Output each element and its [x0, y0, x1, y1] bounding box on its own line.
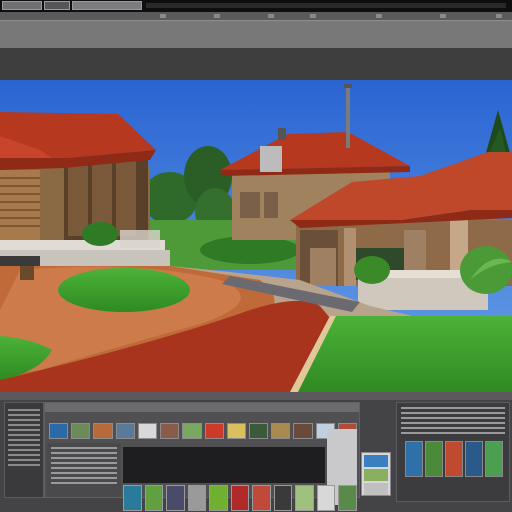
tool-icon[interactable] — [214, 14, 220, 18]
inspector-swatches — [405, 441, 503, 477]
file-tree[interactable] — [47, 443, 121, 497]
swatch[interactable] — [445, 441, 463, 477]
material-thumbnail[interactable] — [271, 423, 291, 439]
material-thumbnail[interactable] — [93, 423, 113, 439]
material-thumbnail[interactable] — [226, 423, 246, 439]
preview-pane — [123, 447, 325, 483]
material-thumbnail[interactable] — [293, 423, 313, 439]
toolbar-top — [0, 12, 512, 20]
swatch[interactable] — [485, 441, 503, 477]
material-browser[interactable] — [44, 402, 360, 511]
mini-thumbnail[interactable] — [364, 483, 388, 495]
asset-thumbnail[interactable] — [187, 485, 207, 511]
material-thumbnail[interactable] — [248, 423, 269, 439]
menu-thumbnail-3[interactable] — [72, 1, 142, 10]
material-thumbnail[interactable] — [182, 423, 202, 439]
menu-thumbnail-1[interactable] — [2, 1, 42, 10]
asset-thumbnail[interactable] — [123, 485, 142, 511]
asset-thumbnail[interactable] — [338, 485, 358, 511]
asset-panel — [0, 392, 512, 512]
tool-icon[interactable] — [160, 14, 166, 18]
material-thumbnail[interactable] — [115, 423, 135, 439]
toolbar-secondary — [0, 48, 512, 80]
toolbar-main — [0, 20, 512, 48]
material-thumbnail[interactable] — [71, 423, 91, 439]
lawn — [58, 268, 190, 312]
tool-icon[interactable] — [376, 14, 382, 18]
tool-icon[interactable] — [268, 14, 274, 18]
tool-icon[interactable] — [440, 14, 446, 18]
mini-thumbnail[interactable] — [364, 455, 388, 467]
app-window — [0, 0, 512, 512]
browser-toolbar — [45, 403, 359, 412]
menu-strip — [146, 3, 506, 8]
material-thumbnail[interactable] — [137, 423, 158, 439]
asset-thumbnail[interactable] — [144, 485, 164, 511]
antenna — [346, 86, 350, 148]
menu-bar — [0, 0, 512, 12]
menu-thumbnail-2[interactable] — [44, 1, 70, 10]
asset-thumbnail[interactable] — [273, 485, 293, 511]
asset-thumbnail[interactable] — [295, 485, 314, 511]
scene-render — [0, 80, 512, 392]
asset-thumbnail[interactable] — [316, 485, 336, 511]
material-thumbnail[interactable] — [160, 423, 180, 439]
asset-thumbnail[interactable] — [252, 485, 271, 511]
tool-icon[interactable] — [310, 14, 316, 18]
swatch[interactable] — [425, 441, 443, 477]
tool-icon[interactable] — [496, 14, 502, 18]
asset-thumbnail[interactable] — [209, 485, 228, 511]
render-viewport[interactable] — [0, 80, 512, 392]
mini-thumbnail[interactable] — [364, 469, 388, 481]
asset-thumbnail[interactable] — [166, 485, 185, 511]
swatch[interactable] — [405, 441, 423, 477]
mini-preview[interactable] — [361, 452, 391, 496]
thumbnail-row — [49, 423, 358, 439]
material-thumbnail[interactable] — [204, 423, 224, 439]
layer-list[interactable] — [4, 402, 44, 498]
thumbnail-row-2 — [123, 485, 358, 511]
material-thumbnail[interactable] — [49, 423, 69, 439]
inspector-panel[interactable] — [396, 402, 510, 502]
asset-thumbnail[interactable] — [230, 485, 250, 511]
swatch[interactable] — [465, 441, 483, 477]
panel-tab-strip — [0, 392, 512, 400]
